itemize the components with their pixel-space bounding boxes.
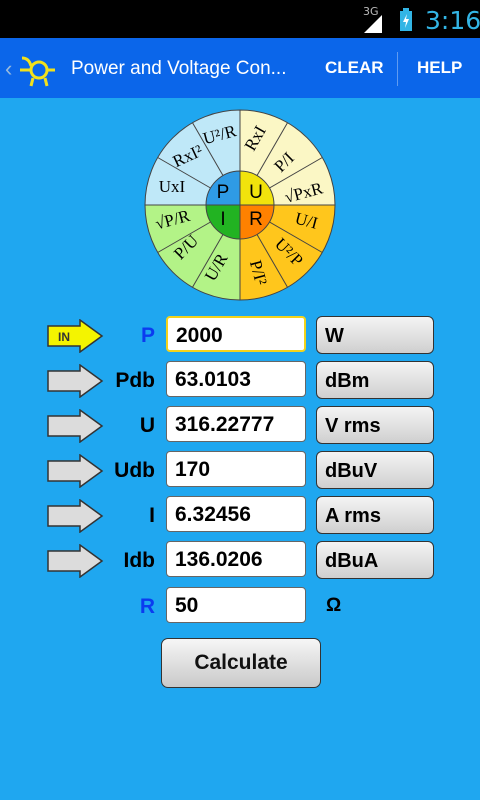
voltage-unit-select[interactable]: V rms bbox=[316, 406, 434, 444]
row-power-db: Pdb 63.0103 dBm bbox=[0, 361, 480, 401]
wheel-center-u: U bbox=[249, 182, 263, 203]
current-label: I bbox=[149, 504, 155, 527]
app-title: Power and Voltage Con... bbox=[71, 58, 287, 79]
calculate-button[interactable]: Calculate bbox=[161, 638, 321, 688]
voltage-input[interactable]: 316.22777 bbox=[166, 406, 306, 442]
resistance-unit: Ω bbox=[326, 595, 342, 616]
power-unit-select[interactable]: W bbox=[316, 316, 434, 354]
help-button[interactable]: HELP bbox=[417, 58, 462, 78]
clear-button[interactable]: CLEAR bbox=[325, 58, 384, 78]
current-db-label: Idb bbox=[123, 549, 156, 572]
voltage-label: U bbox=[139, 414, 155, 437]
action-divider bbox=[397, 52, 398, 86]
current-db-unit-select[interactable]: dBuA bbox=[316, 541, 434, 579]
row-power: IN P 2000 W bbox=[0, 316, 480, 356]
row-resistance: R 50 Ω bbox=[0, 587, 480, 627]
wheel-center-p: P bbox=[217, 182, 230, 203]
current-db-input[interactable]: 136.0206 bbox=[166, 541, 306, 577]
current-unit-select[interactable]: A rms bbox=[316, 496, 434, 534]
current-input[interactable]: 6.32456 bbox=[166, 496, 306, 532]
battery-charging-icon bbox=[400, 8, 412, 31]
action-bar: ‹ Power and Voltage Con... CLEAR HELP bbox=[0, 38, 480, 98]
voltage-db-input[interactable]: 170 bbox=[166, 451, 306, 487]
resistance-input[interactable]: 50 bbox=[166, 587, 306, 623]
power-db-input[interactable]: 63.0103 bbox=[166, 361, 306, 397]
power-label: P bbox=[140, 324, 155, 347]
row-current: I 6.32456 A rms bbox=[0, 496, 480, 536]
formula-u-times-i: UxI bbox=[159, 177, 186, 196]
voltage-db-label: Udb bbox=[114, 459, 155, 482]
voltage-db-unit-select[interactable]: dBuV bbox=[316, 451, 434, 489]
status-bar: 3G 3:16 bbox=[0, 0, 480, 38]
row-voltage: U 316.22777 V rms bbox=[0, 406, 480, 446]
power-input[interactable]: 2000 bbox=[166, 316, 306, 352]
wheel-center-r: R bbox=[249, 209, 263, 230]
signal-icon bbox=[364, 15, 382, 33]
row-voltage-db: Udb 170 dBuV bbox=[0, 451, 480, 491]
power-db-label: Pdb bbox=[115, 369, 155, 392]
up-navigation-icon[interactable]: ‹ bbox=[5, 56, 12, 82]
clock: 3:16 bbox=[425, 6, 480, 35]
formula-wheel: P U I R U²/R RxI P/I √PxR U/I U²/P P/I² … bbox=[144, 109, 336, 301]
resistance-label: R bbox=[139, 595, 155, 618]
wheel-center-i: I bbox=[220, 209, 225, 230]
row-current-db: Idb 136.0206 dBuA bbox=[0, 541, 480, 581]
power-db-unit-select[interactable]: dBm bbox=[316, 361, 434, 399]
app-logo-icon[interactable] bbox=[17, 48, 57, 88]
